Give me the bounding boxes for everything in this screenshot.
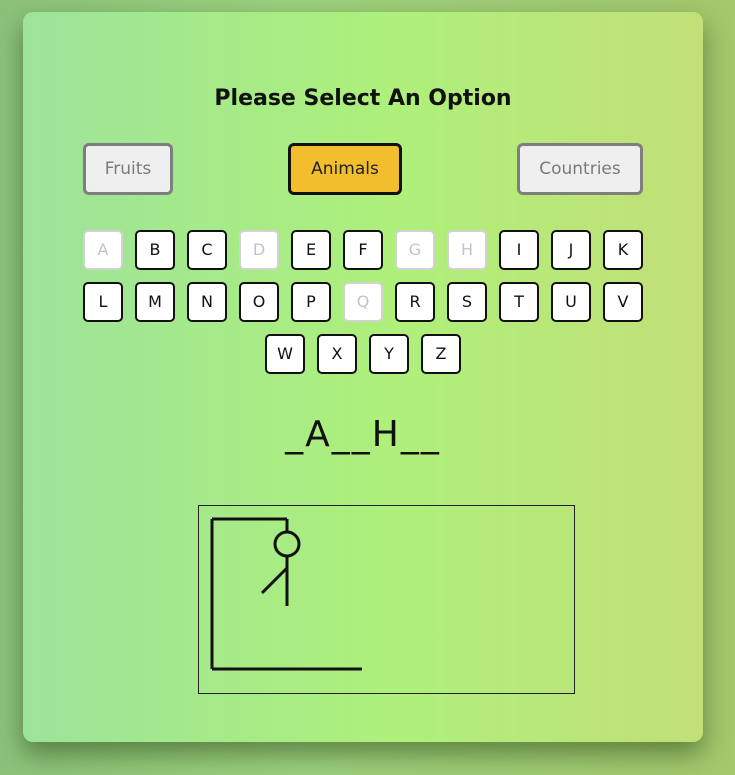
game-card: Please Select An Option Fruits Animals C… [23, 12, 703, 742]
letter-key-u[interactable]: U [551, 282, 591, 322]
letter-key-o[interactable]: O [239, 282, 279, 322]
letter-key-t[interactable]: T [499, 282, 539, 322]
word-display: _A__H__ [285, 414, 441, 455]
letter-key-z[interactable]: Z [421, 334, 461, 374]
letter-key-l[interactable]: L [83, 282, 123, 322]
letter-key-g[interactable]: G [395, 230, 435, 270]
option-countries-button[interactable]: Countries [517, 143, 643, 195]
letter-key-j[interactable]: J [551, 230, 591, 270]
letter-key-k[interactable]: K [603, 230, 643, 270]
letter-key-c[interactable]: C [187, 230, 227, 270]
letter-key-w[interactable]: W [265, 334, 305, 374]
letter-key-i[interactable]: I [499, 230, 539, 270]
letter-key-v[interactable]: V [603, 282, 643, 322]
hangman-canvas [198, 505, 575, 694]
letter-key-f[interactable]: F [343, 230, 383, 270]
letter-key-n[interactable]: N [187, 282, 227, 322]
letter-key-b[interactable]: B [135, 230, 175, 270]
letter-key-e[interactable]: E [291, 230, 331, 270]
letter-key-m[interactable]: M [135, 282, 175, 322]
letter-key-r[interactable]: R [395, 282, 435, 322]
letter-key-p[interactable]: P [291, 282, 331, 322]
page-title: Please Select An Option [214, 86, 512, 111]
letter-key-a[interactable]: A [83, 230, 123, 270]
option-animals-button[interactable]: Animals [288, 143, 402, 195]
hangman-drawing [210, 517, 362, 671]
letter-key-s[interactable]: S [447, 282, 487, 322]
letter-key-h[interactable]: H [447, 230, 487, 270]
letter-key-y[interactable]: Y [369, 334, 409, 374]
letter-key-x[interactable]: X [317, 334, 357, 374]
letter-key-q[interactable]: Q [343, 282, 383, 322]
option-fruits-button[interactable]: Fruits [83, 143, 173, 195]
hangman-head [273, 530, 301, 558]
hangman-left-arm [260, 566, 289, 595]
letter-key-d[interactable]: D [239, 230, 279, 270]
